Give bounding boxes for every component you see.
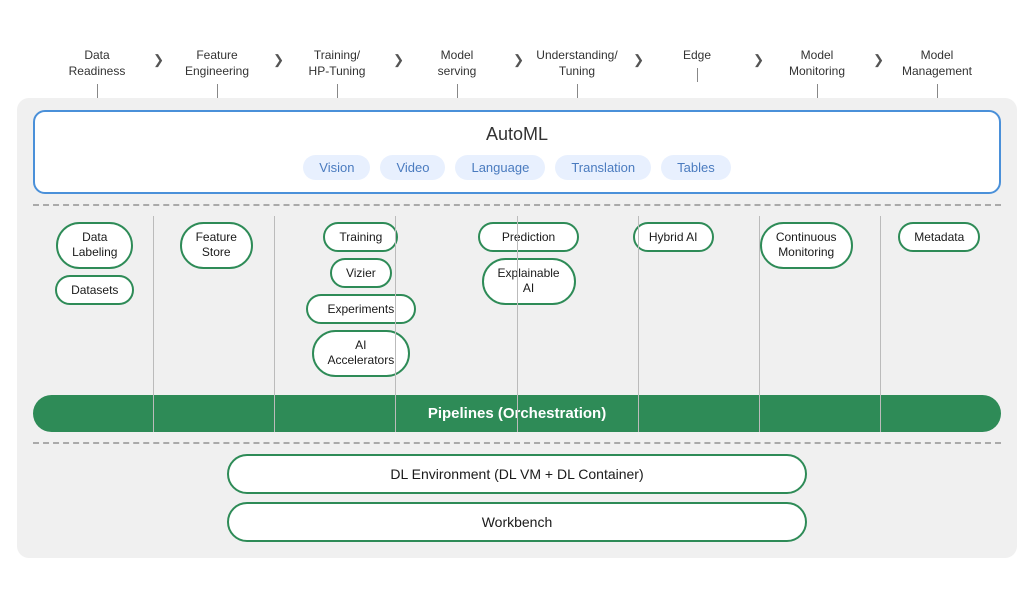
tick-model-serving — [457, 84, 458, 98]
col-data: DataLabeling Datasets — [37, 222, 153, 305]
dashed-separator-bottom — [33, 442, 1001, 444]
tick-feature-eng — [217, 84, 218, 98]
nav-item-model-monitoring: ModelMonitoring ❯ — [757, 48, 877, 97]
pill-data-labeling: DataLabeling — [56, 222, 133, 269]
diagram-container: DataReadiness ❯ FeatureEngineering ❯ Tra… — [17, 48, 1017, 557]
col-hybrid: Hybrid AI — [615, 222, 731, 252]
tick-data-readiness — [97, 84, 98, 98]
pill-datasets: Datasets — [55, 275, 134, 305]
nav-label-model-monitoring: ModelMonitoring — [789, 48, 845, 79]
nav-label-data-readiness: DataReadiness — [69, 48, 126, 79]
col-training: Training Vizier Experiments AIAccelerato… — [280, 222, 442, 377]
automl-section: AutoML Vision Video Language Translation… — [33, 110, 1001, 194]
pipelines-bar: Pipelines (Orchestration) — [33, 395, 1001, 432]
nav-label-training: Training/HP-Tuning — [309, 48, 366, 79]
chip-vision: Vision — [303, 155, 370, 180]
nav-item-model-serving: Modelserving ❯ — [397, 48, 517, 97]
pill-hybrid-ai: Hybrid AI — [633, 222, 714, 252]
tick-edge — [697, 68, 698, 82]
col-prediction: Prediction ExplainableAI — [448, 222, 610, 305]
nav-label-model-serving: Modelserving — [438, 48, 477, 79]
nav-item-data-readiness: DataReadiness ❯ — [37, 48, 157, 97]
tick-training — [337, 84, 338, 98]
chip-translation: Translation — [555, 155, 651, 180]
col-monitoring: ContinuousMonitoring — [737, 222, 876, 269]
nav-item-training: Training/HP-Tuning ❯ — [277, 48, 397, 97]
chip-language: Language — [455, 155, 545, 180]
tick-model-monitoring — [817, 84, 818, 98]
nav-item-model-management: ModelManagement — [877, 48, 997, 97]
pill-dl-environment: DL Environment (DL VM + DL Container) — [227, 454, 808, 494]
chip-tables: Tables — [661, 155, 731, 180]
nav-label-feature-eng: FeatureEngineering — [185, 48, 249, 79]
nav-label-model-management: ModelManagement — [902, 48, 972, 79]
main-area: AutoML Vision Video Language Translation… — [17, 98, 1017, 558]
pill-explainable-ai: ExplainableAI — [482, 258, 576, 305]
services-area: DataLabeling Datasets FeatureStore Train… — [33, 216, 1001, 432]
automl-chips: Vision Video Language Translation Tables — [51, 155, 983, 180]
pill-ai-accelerators: AIAccelerators — [312, 330, 411, 377]
pill-metadata: Metadata — [898, 222, 980, 252]
tick-model-management — [937, 84, 938, 98]
pill-continuous-monitoring: ContinuousMonitoring — [760, 222, 853, 269]
pill-training: Training — [323, 222, 398, 252]
automl-title: AutoML — [51, 124, 983, 145]
tick-understanding — [577, 84, 578, 98]
dashed-separator-top — [33, 204, 1001, 206]
nav-item-feature-eng: FeatureEngineering ❯ — [157, 48, 277, 97]
services-grid: DataLabeling Datasets FeatureStore Train… — [33, 216, 1001, 387]
chip-video: Video — [380, 155, 445, 180]
pill-experiments: Experiments — [306, 294, 417, 324]
nav-item-understanding: Understanding/Tuning ❯ — [517, 48, 637, 97]
nav-label-understanding: Understanding/Tuning — [536, 48, 617, 79]
pill-workbench: Workbench — [227, 502, 808, 542]
col-metadata: Metadata — [882, 222, 998, 252]
bottom-section: DL Environment (DL VM + DL Container) Wo… — [33, 454, 1001, 542]
top-nav: DataReadiness ❯ FeatureEngineering ❯ Tra… — [17, 48, 1017, 97]
nav-label-edge: Edge — [683, 48, 711, 64]
pill-vizier: Vizier — [330, 258, 392, 288]
nav-item-edge: Edge ❯ — [637, 48, 757, 82]
col-feature: FeatureStore — [159, 222, 275, 269]
pill-feature-store: FeatureStore — [180, 222, 253, 269]
pill-prediction: Prediction — [478, 222, 579, 252]
